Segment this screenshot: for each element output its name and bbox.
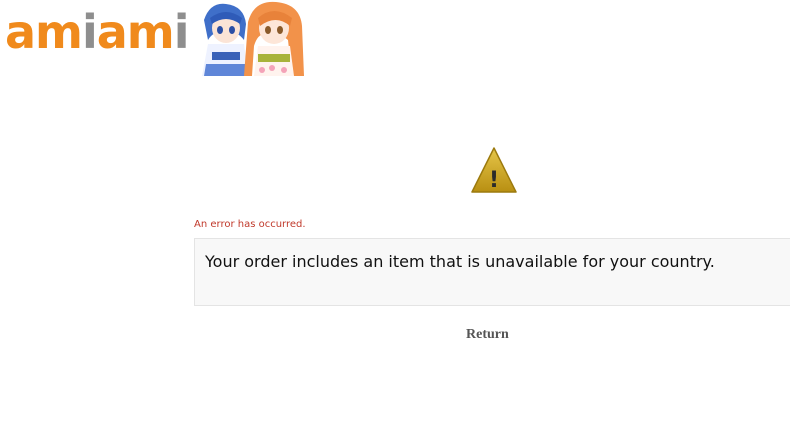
error-message: Your order includes an item that is unav… (205, 252, 715, 271)
site-header: amiami (0, 0, 310, 76)
logo-text-part: am (5, 5, 83, 59)
logo-text-part: am (96, 5, 175, 59)
logo-text-part: i (173, 5, 190, 59)
return-button[interactable]: Return (466, 327, 509, 343)
amiami-logo[interactable]: amiami (5, 2, 190, 62)
warning-triangle-icon: ! (471, 147, 517, 193)
error-message-box: Your order includes an item that is unav… (194, 238, 790, 306)
error-page: amiami ! An error has occurred. Your ord… (0, 0, 790, 421)
logo-text-part: i (81, 5, 98, 59)
warning-symbol: ! (489, 168, 499, 193)
error-heading: An error has occurred. (194, 219, 306, 230)
mascot-characters-icon (202, 1, 304, 76)
